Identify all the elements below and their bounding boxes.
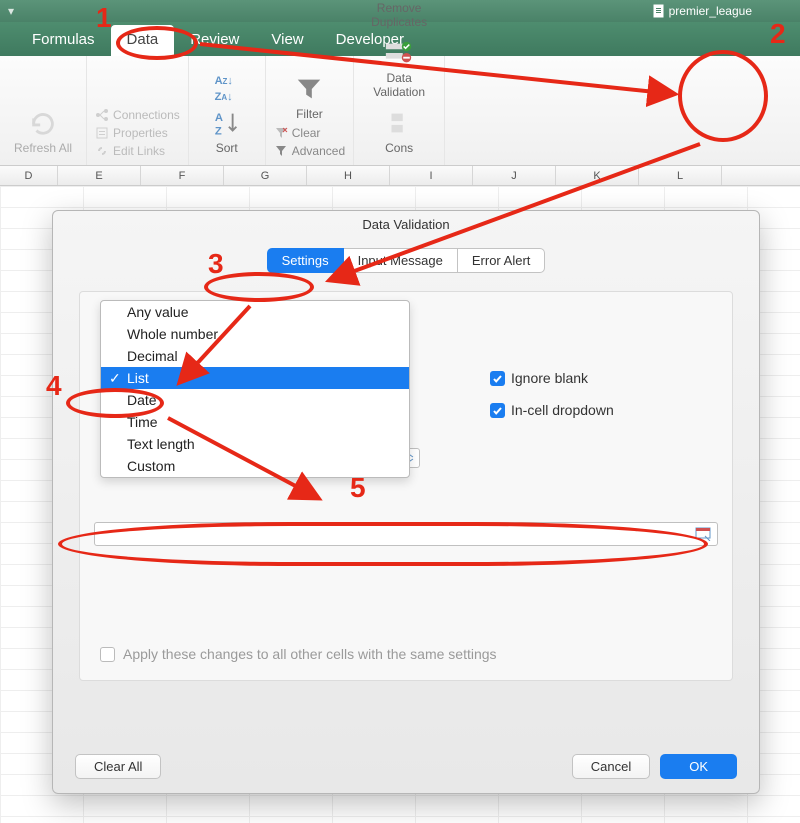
sort-desc-button[interactable]: ZA↓ — [215, 91, 233, 103]
col-header[interactable]: F — [141, 166, 224, 185]
incell-dropdown-label: In-cell dropdown — [511, 402, 614, 418]
dialog-panel: Ignore blank In-cell dropdown Any value … — [79, 291, 733, 681]
tab-formulas[interactable]: Formulas — [16, 25, 111, 56]
apply-to-others-checkbox[interactable]: Apply these changes to all other cells w… — [100, 646, 497, 662]
connections-stack: Connections Properties Edit Links — [95, 107, 180, 159]
clear-label: Clear — [292, 126, 321, 140]
properties-label: Properties — [113, 126, 168, 140]
data-validation-label: Data Validation — [369, 71, 429, 99]
clear-button[interactable]: Clear — [274, 125, 345, 141]
checkbox-checked-icon — [490, 403, 505, 418]
titlebar-menu-chevron[interactable]: ▾ — [8, 4, 14, 18]
apply-to-others-label: Apply these changes to all other cells w… — [123, 646, 497, 662]
filter-button[interactable]: Filter — [279, 69, 339, 125]
ignore-blank-checkbox[interactable]: Ignore blank — [490, 370, 614, 386]
cancel-button[interactable]: Cancel — [572, 754, 650, 779]
svg-text:Z: Z — [215, 125, 222, 137]
sort-asc-button[interactable]: AZ↓ — [215, 75, 233, 87]
properties-button[interactable]: Properties — [95, 125, 180, 141]
annotation-ring-1 — [116, 26, 198, 60]
annotation-ring-4 — [66, 388, 164, 418]
consolidate-button[interactable]: Cons — [379, 103, 419, 159]
clear-icon — [274, 126, 288, 140]
dialog-title: Data Validation — [53, 211, 759, 240]
col-header[interactable]: I — [390, 166, 473, 185]
refresh-all-button[interactable]: Refresh All — [8, 104, 78, 159]
column-headers: D E F G H I J K L — [0, 166, 800, 186]
incell-dropdown-checkbox[interactable]: In-cell dropdown — [490, 402, 614, 418]
sort-button[interactable]: AZ Sort — [197, 103, 257, 159]
col-header[interactable]: E — [58, 166, 141, 185]
document-title: premier_league — [669, 4, 752, 18]
allow-option-list[interactable]: List — [101, 367, 409, 389]
allow-option-decimal[interactable]: Decimal — [101, 345, 409, 367]
svg-text:A: A — [215, 112, 223, 124]
col-header[interactable]: L — [639, 166, 722, 185]
col-header[interactable]: J — [473, 166, 556, 185]
allow-option-custom[interactable]: Custom — [101, 455, 409, 477]
edit-links-label: Edit Links — [113, 144, 165, 158]
refresh-all-label: Refresh All — [14, 142, 72, 155]
data-validation-icon — [383, 37, 415, 69]
consolidate-label: Cons — [385, 141, 413, 155]
allow-dropdown[interactable]: Any value Whole number Decimal List Date… — [100, 300, 410, 478]
ignore-blank-label: Ignore blank — [511, 370, 588, 386]
remove-duplicates-button[interactable]: Remove Duplicates — [362, 0, 436, 33]
col-header[interactable]: G — [224, 166, 307, 185]
dialog-tabs: Settings Input Message Error Alert — [53, 248, 759, 273]
col-header[interactable]: H — [307, 166, 390, 185]
remove-duplicates-label: Remove Duplicates — [368, 1, 430, 29]
edit-links-button[interactable]: Edit Links — [95, 143, 180, 159]
sort-icon: AZ — [211, 107, 243, 139]
advanced-label: Advanced — [292, 144, 345, 158]
sort-desc-icon: ZA↓ — [215, 91, 233, 103]
document-icon — [653, 4, 665, 18]
dialog-tab-error-alert[interactable]: Error Alert — [458, 248, 546, 273]
allow-option-text-length[interactable]: Text length — [101, 433, 409, 455]
filter-icon — [293, 73, 325, 105]
edit-links-icon — [95, 144, 109, 158]
advanced-button[interactable]: Advanced — [274, 143, 345, 159]
dialog-tab-settings[interactable]: Settings — [267, 248, 344, 273]
tab-view[interactable]: View — [255, 25, 319, 56]
checkbox-unchecked-icon — [100, 647, 115, 662]
consolidate-icon — [389, 107, 409, 139]
allow-option-any-value[interactable]: Any value — [101, 301, 409, 323]
ok-button[interactable]: OK — [660, 754, 737, 779]
sort-label: Sort — [216, 141, 238, 155]
filter-label: Filter — [296, 107, 323, 121]
annotation-ring-3 — [204, 272, 314, 302]
dialog-buttons: Clear All Cancel OK — [75, 754, 737, 779]
connections-label: Connections — [113, 108, 180, 122]
connections-icon — [95, 108, 109, 122]
advanced-icon — [274, 144, 288, 158]
data-validation-button[interactable]: Data Validation — [363, 33, 435, 103]
annotation-ring-2 — [678, 50, 768, 142]
data-validation-dialog: Data Validation Settings Input Message E… — [52, 210, 760, 794]
checkbox-checked-icon — [490, 371, 505, 386]
properties-icon — [95, 126, 109, 140]
allow-option-whole-number[interactable]: Whole number — [101, 323, 409, 345]
sort-asc-icon: AZ↓ — [215, 75, 233, 87]
clear-all-button[interactable]: Clear All — [75, 754, 161, 779]
dialog-tab-input-message[interactable]: Input Message — [344, 248, 458, 273]
col-header[interactable]: D — [0, 166, 58, 185]
connections-button[interactable]: Connections — [95, 107, 180, 123]
col-header[interactable]: K — [556, 166, 639, 185]
refresh-icon — [27, 108, 59, 140]
annotation-ring-5 — [58, 522, 708, 566]
